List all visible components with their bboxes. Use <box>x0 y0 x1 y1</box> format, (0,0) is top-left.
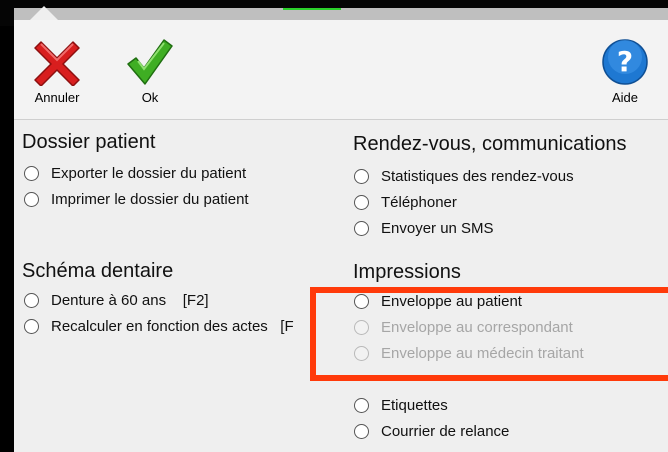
option-label: Téléphoner <box>381 193 457 211</box>
tab-notch <box>30 6 58 20</box>
option-courrier-relance[interactable]: Courrier de relance <box>354 421 509 441</box>
option-enveloppe-correspondant: Enveloppe au correspondant <box>354 317 573 337</box>
radio-button[interactable] <box>354 423 369 439</box>
radio-button[interactable] <box>354 293 369 309</box>
radio-button[interactable] <box>24 318 39 334</box>
svg-text:?: ? <box>617 45 633 78</box>
radio-button <box>354 345 369 361</box>
cancel-button[interactable]: Annuler <box>22 38 92 116</box>
option-enveloppe-patient[interactable]: Enveloppe au patient <box>354 291 522 311</box>
section-title-rdv: Rendez-vous, communications <box>353 133 627 155</box>
option-stats-rdv[interactable]: Statistiques des rendez-vous <box>354 166 574 186</box>
cancel-label: Annuler <box>34 90 80 105</box>
radio-button[interactable] <box>24 191 39 207</box>
option-print-dossier[interactable]: Imprimer le dossier du patient <box>24 189 249 209</box>
option-label: Courrier de relance <box>381 422 510 440</box>
ok-label: Ok <box>141 90 159 105</box>
option-telephoner[interactable]: Téléphoner <box>354 192 457 212</box>
section-title-dossier: Dossier patient <box>22 131 156 153</box>
option-label: Enveloppe au médecin traitant <box>381 344 584 362</box>
option-label: Denture à 60 ans [F2] <box>51 291 209 309</box>
radio-button[interactable] <box>24 165 39 181</box>
radio-button[interactable] <box>354 194 369 210</box>
radio-button[interactable] <box>354 397 369 413</box>
option-label: Exporter le dossier du patient <box>51 164 247 182</box>
green-check-icon <box>126 38 174 90</box>
option-label: Statistiques des rendez-vous <box>381 167 574 185</box>
option-denture-60[interactable]: Denture à 60 ans [F2] <box>24 290 209 310</box>
option-label: Enveloppe au correspondant <box>381 318 573 336</box>
option-sms[interactable]: Envoyer un SMS <box>354 218 494 238</box>
options-panel: Dossier patient Exporter le dossier du p… <box>14 121 668 452</box>
section-title-schema: Schéma dentaire <box>22 260 174 282</box>
section-title-impressions: Impressions <box>353 261 461 283</box>
radio-button[interactable] <box>354 220 369 236</box>
option-label: Imprimer le dossier du patient <box>51 190 249 208</box>
active-tab-indicator <box>283 8 341 10</box>
option-enveloppe-medecin: Enveloppe au médecin traitant <box>354 343 584 363</box>
help-label: Aide <box>611 90 639 105</box>
option-label: Recalculer en fonction des actes [F <box>51 317 294 335</box>
ok-button[interactable]: Ok <box>115 38 185 116</box>
radio-button[interactable] <box>354 168 369 184</box>
option-label: Envoyer un SMS <box>381 219 494 237</box>
option-label: Enveloppe au patient <box>381 292 522 310</box>
question-mark-icon: ? <box>601 38 649 90</box>
toolbar: Annuler Ok ? Aide <box>14 20 668 120</box>
dialog-window: Annuler Ok ? Aide Dossier patient Export… <box>14 20 668 452</box>
red-x-icon <box>33 38 81 90</box>
option-label: Etiquettes <box>381 396 448 414</box>
option-recalculer[interactable]: Recalculer en fonction des actes [F <box>24 316 294 336</box>
option-export-dossier[interactable]: Exporter le dossier du patient <box>24 163 246 183</box>
option-etiquettes[interactable]: Etiquettes <box>354 395 448 415</box>
radio-button[interactable] <box>24 292 39 308</box>
radio-button <box>354 319 369 335</box>
help-button[interactable]: ? Aide <box>590 38 660 116</box>
